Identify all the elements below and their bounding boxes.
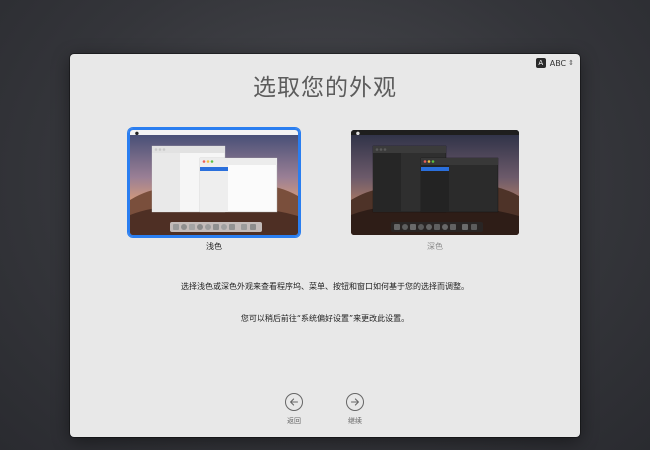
back-label: 返回 [287,417,301,425]
setup-assistant-window: A ABC ⇕ 选取您的外观 ● 浅色 ● 深色 选择浅色或深色外观来查看程序坞… [70,54,580,437]
preferences-note: 您可以稍后前往“系统偏好设置”来更改此设置。 [240,314,410,323]
input-source-icon: A [535,58,546,68]
continue-label: 继续 [348,417,362,425]
arrow-left-circle-icon[interactable] [285,393,303,411]
continue-button[interactable]: 继续 [335,393,375,426]
svg-text:●: ● [356,131,360,136]
page-title: 选取您的外观 [253,75,397,101]
appearance-label-dark: 深色 [427,242,443,251]
input-source-menu[interactable]: A ABC ⇕ [535,58,574,68]
back-button[interactable]: 返回 [274,393,314,426]
appearance-label-light: 浅色 [206,242,222,251]
appearance-option-dark[interactable]: ● 深色 [349,128,521,252]
dark-preview-thumbnail[interactable]: ● [349,128,521,237]
appearance-option-light[interactable]: ● 浅色 [128,128,300,252]
input-source-label: ABC [549,58,567,68]
svg-text:●: ● [135,131,139,136]
appearance-description: 选择浅色或深色外观来查看程序坞、菜单、按钮和窗口如何基于您的选择而调整。 [181,282,469,291]
arrow-right-circle-icon[interactable] [346,393,364,411]
chevron-updown-icon: ⇕ [568,59,574,67]
light-preview-thumbnail[interactable]: ● [128,128,300,237]
